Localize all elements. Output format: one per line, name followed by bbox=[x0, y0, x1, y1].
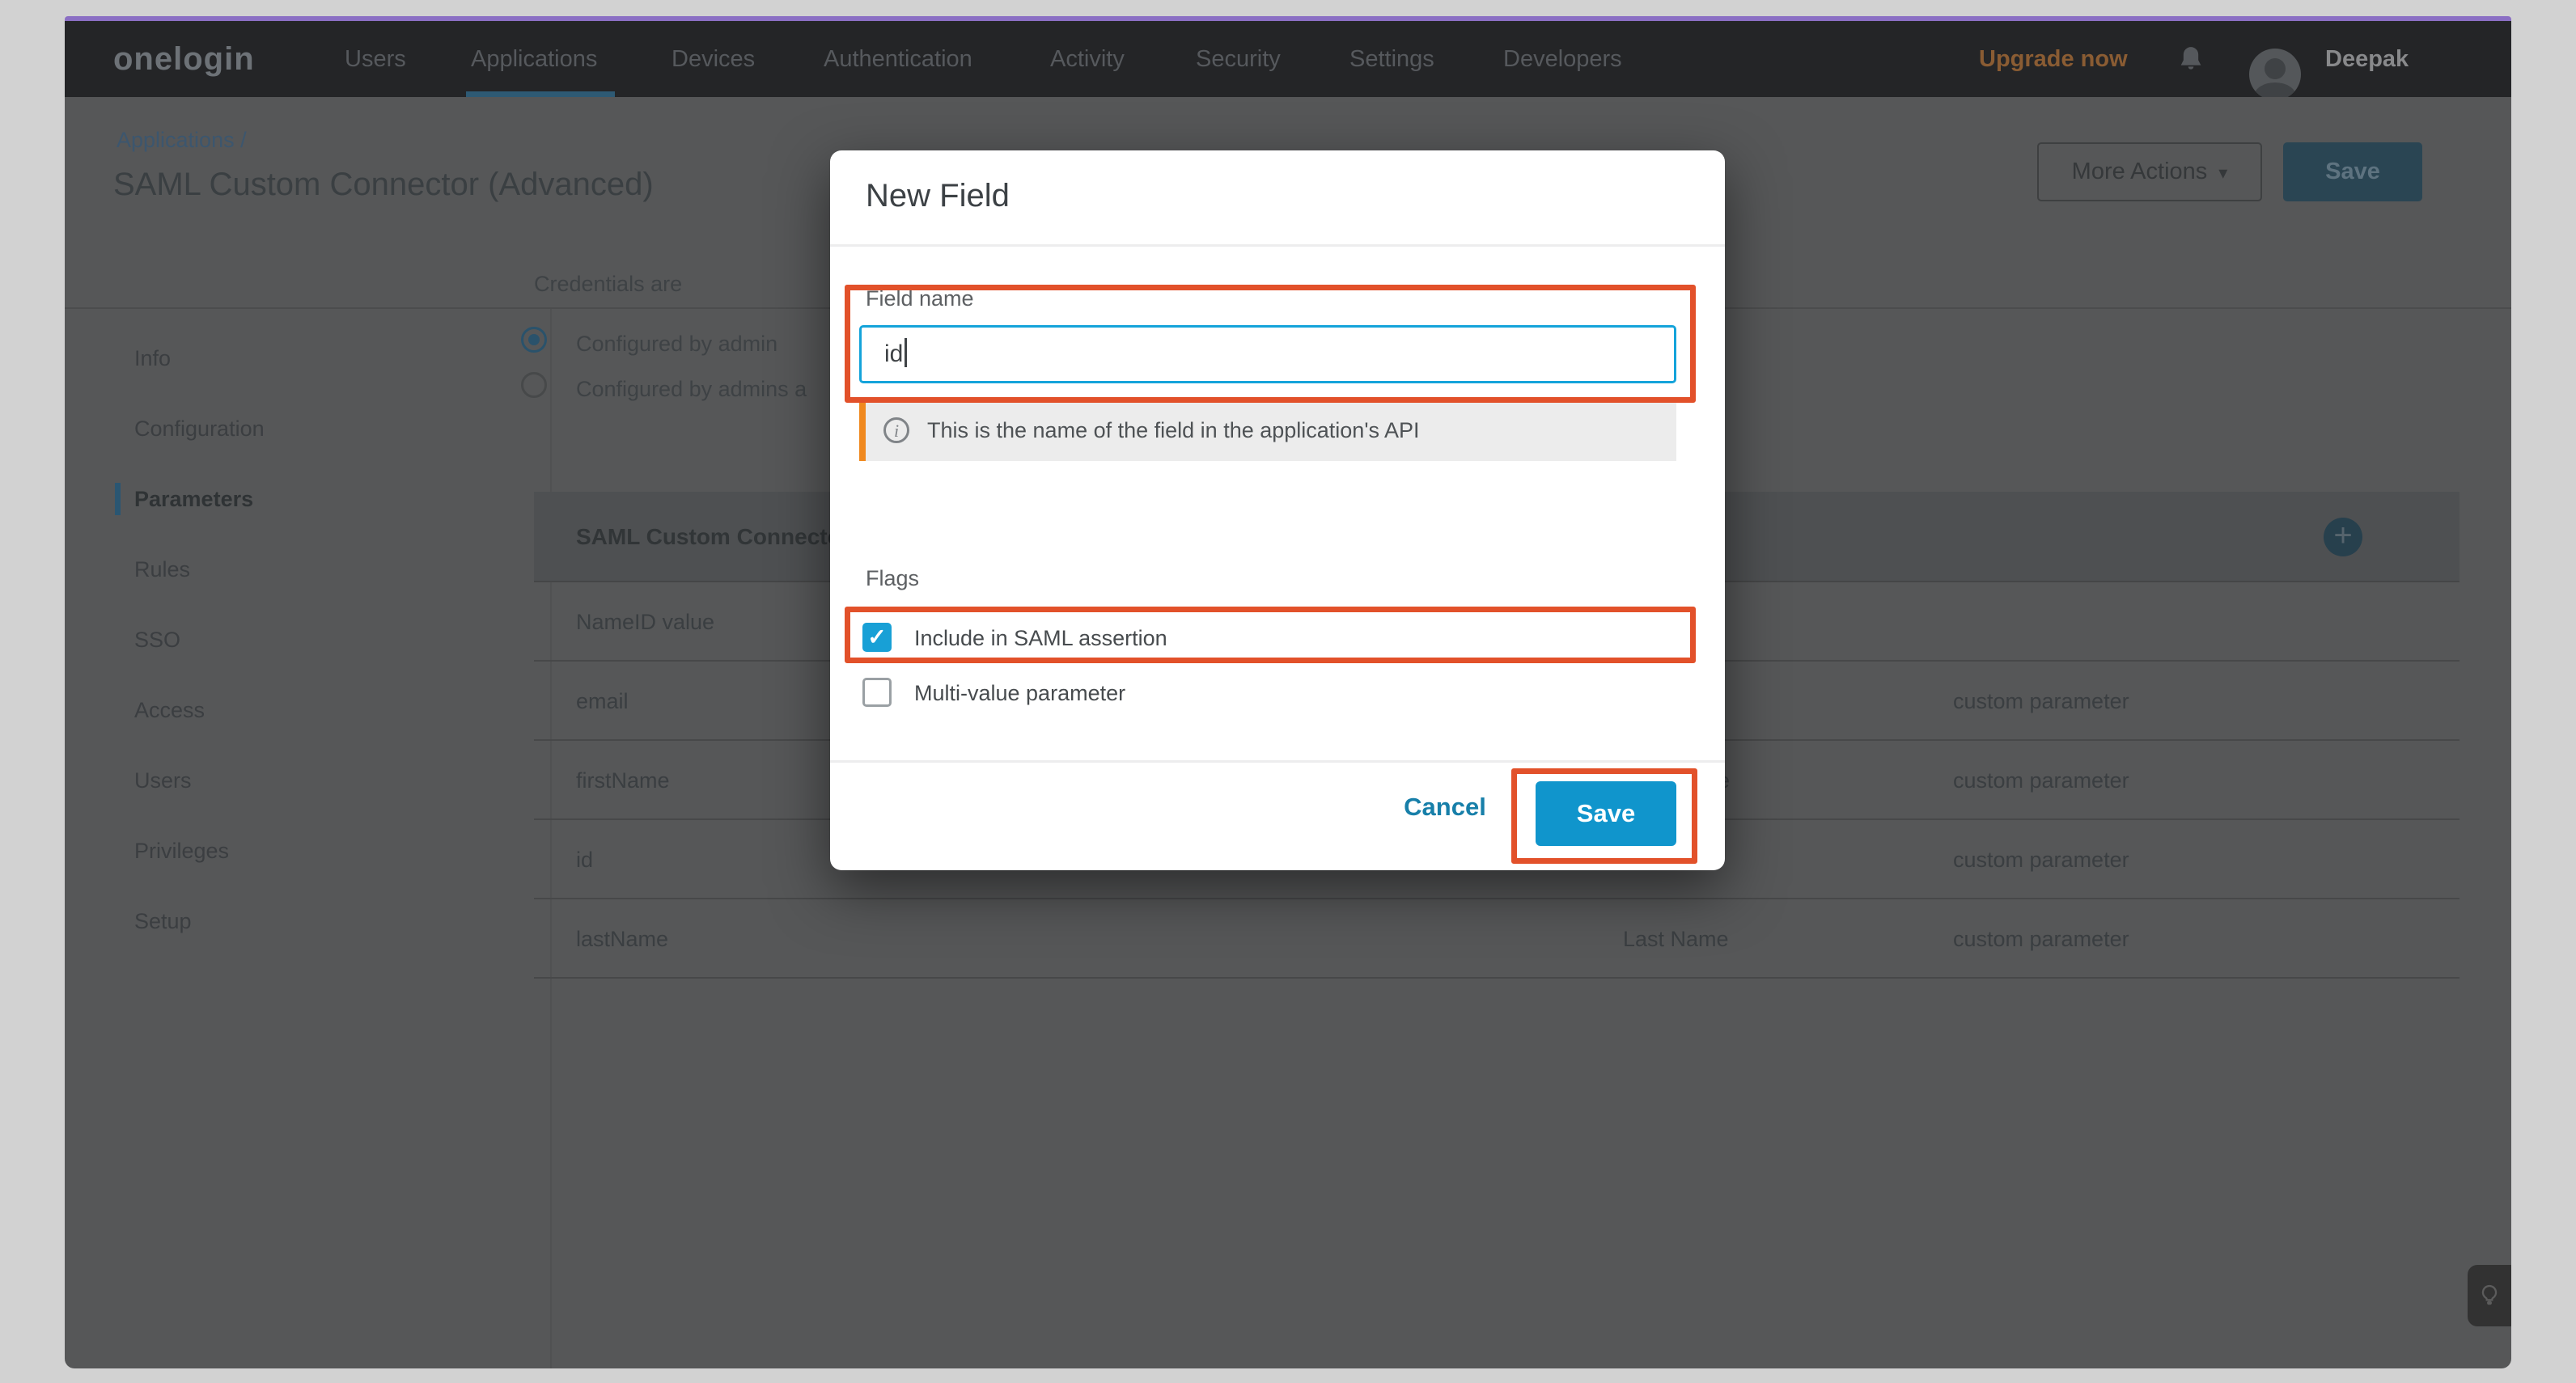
app-sidebar: Info Configuration Parameters Rules SSO … bbox=[65, 324, 485, 957]
nav-item-settings[interactable]: Settings bbox=[1349, 21, 1434, 97]
sidebar-item-label: Access bbox=[134, 698, 205, 722]
field-name-input[interactable]: id bbox=[859, 325, 1676, 383]
radio-label-configured-by-admin[interactable]: Configured by admin bbox=[576, 332, 777, 357]
info-text: This is the name of the field in the app… bbox=[927, 400, 1420, 461]
row-type: custom parameter bbox=[1953, 741, 2129, 820]
user-avatar[interactable] bbox=[2249, 49, 2301, 100]
row-field: lastName bbox=[576, 899, 668, 979]
field-name-input-value: id bbox=[884, 340, 903, 367]
header-save-button[interactable]: Save bbox=[2283, 142, 2422, 201]
row-field: NameID value bbox=[576, 582, 714, 662]
field-name-label: Field name bbox=[866, 286, 974, 311]
upgrade-now-link[interactable]: Upgrade now bbox=[1979, 21, 2128, 97]
lightbulb-icon bbox=[2476, 1283, 2502, 1309]
field-name-info-banner: i This is the name of the field in the a… bbox=[859, 400, 1676, 461]
nav-item-authentication[interactable]: Authentication bbox=[824, 21, 972, 97]
sidebar-item-label: Info bbox=[134, 346, 171, 370]
chevron-down-icon: ▾ bbox=[2218, 163, 2227, 183]
sidebar-item-setup[interactable]: Setup bbox=[65, 886, 485, 957]
radio-configured-by-admin[interactable] bbox=[521, 327, 547, 353]
nav-active-underline bbox=[466, 91, 615, 97]
nav-item-devices[interactable]: Devices bbox=[672, 21, 755, 97]
row-type: custom parameter bbox=[1953, 662, 2129, 741]
sidebar-item-label: Privileges bbox=[134, 839, 229, 863]
breadcrumb[interactable]: Applications / bbox=[117, 128, 247, 153]
sidebar-item-rules[interactable]: Rules bbox=[65, 535, 485, 605]
notifications-bell-icon[interactable] bbox=[2175, 44, 2207, 76]
modal-footer-divider bbox=[830, 760, 1725, 763]
credentials-label: Credentials are bbox=[534, 272, 682, 297]
checkbox-multi-value-parameter[interactable] bbox=[862, 678, 892, 707]
active-item-bar bbox=[115, 483, 121, 515]
text-cursor bbox=[905, 338, 907, 367]
nav-item-applications[interactable]: Applications bbox=[471, 21, 597, 97]
row-field: id bbox=[576, 820, 593, 899]
nav-item-users[interactable]: Users bbox=[345, 21, 406, 97]
onelogin-logo: onelogin bbox=[113, 21, 255, 97]
nav-item-developers[interactable]: Developers bbox=[1503, 21, 1622, 97]
top-nav: onelogin Users Applications Devices Auth… bbox=[65, 21, 2511, 97]
checkbox-label-include-in-saml[interactable]: Include in SAML assertion bbox=[914, 626, 1167, 651]
sidebar-item-sso[interactable]: SSO bbox=[65, 605, 485, 675]
modal-cancel-button[interactable]: Cancel bbox=[1388, 793, 1502, 833]
table-row-lastname[interactable]: lastName Last Name custom parameter bbox=[534, 899, 2459, 979]
sidebar-item-parameters[interactable]: Parameters bbox=[65, 464, 485, 535]
user-menu[interactable]: Deepak bbox=[2325, 21, 2409, 97]
flags-label: Flags bbox=[866, 566, 919, 591]
sidebar-item-label: Configuration bbox=[134, 417, 265, 441]
modal-header-divider bbox=[830, 244, 1725, 247]
sidebar-item-label: Parameters bbox=[134, 487, 253, 511]
row-type: custom parameter bbox=[1953, 820, 2129, 899]
table-header-title: SAML Custom Connecto bbox=[576, 492, 841, 582]
sidebar-item-configuration[interactable]: Configuration bbox=[65, 394, 485, 464]
modal-save-button[interactable]: Save bbox=[1536, 781, 1676, 846]
sidebar-item-label: SSO bbox=[134, 628, 180, 652]
nav-item-activity[interactable]: Activity bbox=[1050, 21, 1125, 97]
more-actions-label: More Actions bbox=[2072, 159, 2208, 184]
radio-label-configured-by-admins[interactable]: Configured by admins a bbox=[576, 377, 807, 402]
sidebar-item-info[interactable]: Info bbox=[65, 324, 485, 394]
avatar-head-shape bbox=[2265, 58, 2286, 79]
more-actions-button[interactable]: More Actions ▾ bbox=[2037, 142, 2262, 201]
sidebar-item-label: Rules bbox=[134, 557, 190, 582]
help-bulb-button[interactable] bbox=[2468, 1265, 2511, 1326]
add-parameter-button[interactable]: + bbox=[2324, 518, 2362, 556]
modal-title: New Field bbox=[866, 178, 1010, 214]
row-type: custom parameter bbox=[1953, 899, 2129, 979]
nav-item-security[interactable]: Security bbox=[1196, 21, 1281, 97]
checkbox-label-multi-value[interactable]: Multi-value parameter bbox=[914, 681, 1125, 706]
check-icon: ✓ bbox=[867, 624, 886, 649]
radio-configured-by-admins-and-users[interactable] bbox=[521, 372, 547, 398]
row-field: firstName bbox=[576, 741, 670, 820]
page-title: SAML Custom Connector (Advanced) bbox=[113, 167, 654, 203]
sidebar-item-label: Setup bbox=[134, 909, 192, 933]
sidebar-item-privileges[interactable]: Privileges bbox=[65, 816, 485, 886]
sidebar-item-label: Users bbox=[134, 768, 192, 793]
info-icon: i bbox=[883, 417, 909, 443]
sidebar-item-users[interactable]: Users bbox=[65, 746, 485, 816]
new-field-modal: New Field Field name id i This is the na… bbox=[830, 150, 1725, 870]
row-field: email bbox=[576, 662, 629, 741]
sidebar-item-access[interactable]: Access bbox=[65, 675, 485, 746]
screenshot-stage: onelogin Users Applications Devices Auth… bbox=[0, 0, 2576, 1383]
checkbox-include-in-saml-assertion[interactable]: ✓ bbox=[862, 623, 892, 652]
row-value: Last Name bbox=[1623, 899, 1729, 979]
